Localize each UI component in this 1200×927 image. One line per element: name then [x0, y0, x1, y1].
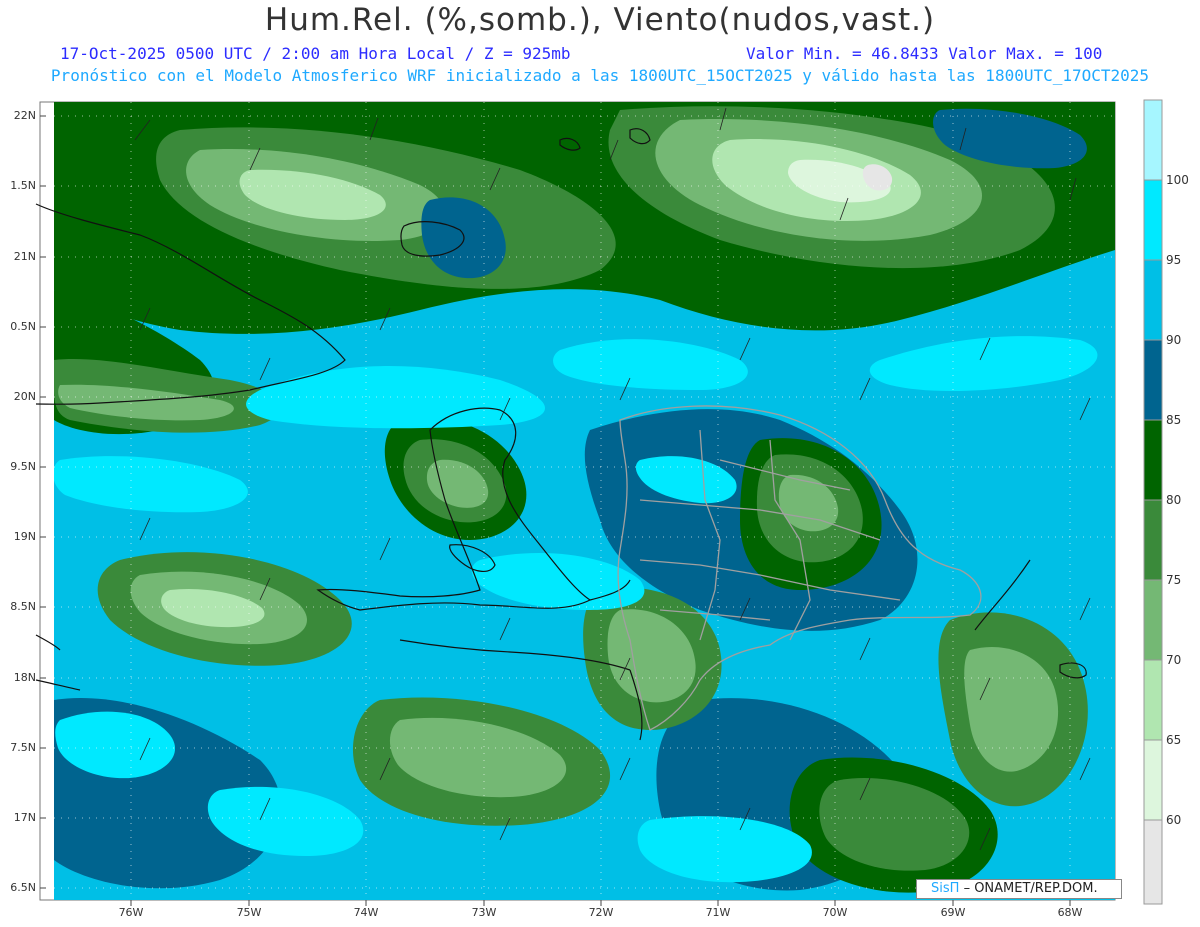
lat-label: 1.5N: [10, 179, 36, 192]
lat-label: 18N: [13, 671, 36, 684]
lon-label: 68W: [1057, 906, 1083, 919]
lat-label: 7.5N: [10, 741, 36, 754]
map-title: Hum.Rel. (%,somb.), Viento(nudos,vast.): [264, 2, 936, 38]
lat-label: 8.5N: [10, 600, 36, 613]
lat-label: 19N: [13, 530, 36, 543]
lon-label: 72W: [588, 906, 614, 919]
forecast-time-line: 17-Oct-2025 0500 UTC / 2:00 am Hora Loca…: [0, 44, 1200, 66]
credit-box: SisΠ – ONAMET/REP.DOM.: [916, 879, 1122, 899]
colorbar-swatch-60: [1143, 739, 1163, 821]
colorbar-label: 95: [1166, 253, 1182, 267]
colorbar-label: 85: [1166, 413, 1182, 427]
lat-label: 9.5N: [10, 460, 36, 473]
lon-label: 70W: [822, 906, 848, 919]
colorbar-swatch-75: [1143, 499, 1163, 581]
colorbar-label: 65: [1166, 733, 1182, 747]
colorbar-swatch-80: [1143, 419, 1163, 501]
sispi-logo-text: SisΠ: [931, 881, 960, 896]
lat-label: 20N: [13, 390, 36, 403]
humidity-field: [54, 102, 1115, 900]
lat-label: 6.5N: [10, 881, 36, 894]
credit-text: – ONAMET/REP.DOM.: [963, 881, 1098, 896]
lon-label: 74W: [353, 906, 379, 919]
model-info-line: Pronóstico con el Modelo Atmosferico WRF…: [50, 66, 1150, 85]
lat-label: 0.5N: [10, 320, 36, 333]
colorbar-swatch-90: [1143, 259, 1163, 341]
colorbar-swatch-95: [1143, 179, 1163, 261]
lon-label: 73W: [471, 906, 497, 919]
min-max-values: Valor Min. = 46.8433 Valor Max. = 100: [746, 44, 1103, 63]
colorbar-swatch-65: [1143, 659, 1163, 741]
colorbar-swatch-below: [1143, 819, 1163, 905]
lon-label: 76W: [118, 906, 144, 919]
colorbar-label: 90: [1166, 333, 1182, 347]
lat-label: 22N: [13, 109, 36, 122]
colorbar-label: 75: [1166, 573, 1182, 587]
colorbar: [1143, 99, 1163, 905]
lon-label: 75W: [236, 906, 262, 919]
colorbar-swatch-85: [1143, 339, 1163, 421]
colorbar-label: 100: [1166, 173, 1189, 187]
colorbar-swatch-70: [1143, 579, 1163, 661]
lon-label: 71W: [705, 906, 731, 919]
lat-label: 21N: [13, 250, 36, 263]
colorbar-swatch-100plus: [1143, 99, 1163, 181]
colorbar-label: 60: [1166, 813, 1182, 827]
lon-label: 69W: [940, 906, 966, 919]
valid-time-level: 17-Oct-2025 0500 UTC / 2:00 am Hora Loca…: [60, 44, 571, 63]
humidity-map: [35, 99, 1163, 906]
lat-label: 17N: [13, 811, 36, 824]
colorbar-label: 80: [1166, 493, 1182, 507]
colorbar-label: 70: [1166, 653, 1182, 667]
